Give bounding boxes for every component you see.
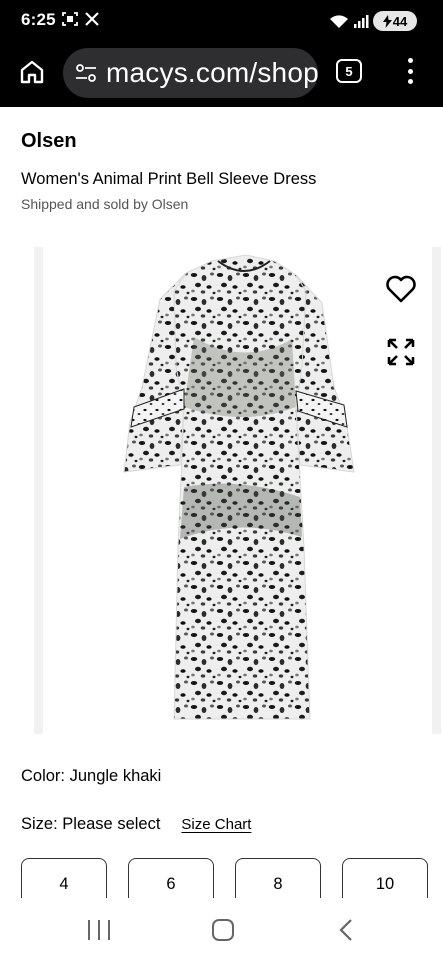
system-navigation-bar bbox=[0, 898, 443, 960]
seller-info: Shipped and sold by Olsen bbox=[21, 196, 189, 212]
wifi-icon bbox=[330, 15, 348, 28]
tab-count: 5 bbox=[345, 63, 353, 79]
x-logo-icon bbox=[85, 12, 99, 26]
battery-level: 44 bbox=[392, 13, 408, 29]
signal-icon bbox=[354, 15, 369, 28]
color-selection: Color: Jungle khaki bbox=[21, 767, 161, 786]
size-option-label: 8 bbox=[273, 875, 283, 893]
menu-dot bbox=[407, 68, 413, 74]
size-value: Please select bbox=[62, 815, 161, 833]
product-image-container[interactable] bbox=[34, 247, 441, 734]
size-option-label: 10 bbox=[375, 875, 395, 893]
menu-dot bbox=[407, 79, 413, 84]
address-bar[interactable]: macys.com/shop bbox=[63, 48, 318, 98]
back-nav-icon[interactable] bbox=[337, 918, 355, 942]
home-icon bbox=[20, 60, 44, 84]
site-settings-icon[interactable] bbox=[75, 62, 97, 84]
url-text[interactable]: macys.com/shop bbox=[106, 57, 318, 89]
size-selection: Size: Please select Size Chart bbox=[21, 815, 251, 834]
expand-image-icon[interactable] bbox=[386, 337, 416, 367]
size-option-4[interactable]: 4 bbox=[21, 858, 107, 898]
color-value: Jungle khaki bbox=[69, 767, 162, 785]
browser-home-button[interactable] bbox=[14, 54, 50, 90]
status-notification-icons bbox=[62, 11, 100, 27]
size-options: 4 6 8 10 bbox=[21, 858, 431, 898]
size-option-label: 6 bbox=[166, 875, 176, 893]
product-brand[interactable]: Olsen bbox=[21, 130, 77, 153]
recent-apps-icon bbox=[88, 920, 90, 940]
status-bar: 6:25 44 bbox=[0, 0, 443, 42]
screenshot-icon bbox=[62, 12, 78, 26]
status-system-icons: 44 bbox=[329, 11, 417, 31]
menu-dot bbox=[407, 58, 413, 63]
size-option-10[interactable]: 10 bbox=[342, 858, 428, 898]
product-title: Women's Animal Print Bell Sleeve Dress bbox=[21, 170, 317, 188]
recent-apps-button[interactable] bbox=[88, 920, 110, 940]
color-label: Color: bbox=[21, 767, 66, 785]
charging-bolt-icon bbox=[382, 14, 392, 28]
status-time: 6:25 bbox=[21, 10, 56, 29]
size-label: Size: bbox=[21, 815, 58, 833]
browser-menu-button[interactable] bbox=[398, 55, 422, 87]
browser-toolbar: macys.com/shop 5 bbox=[0, 42, 443, 107]
product-image[interactable] bbox=[34, 247, 441, 734]
battery-indicator: 44 bbox=[373, 11, 417, 31]
size-option-label: 4 bbox=[59, 875, 69, 893]
size-chart-link[interactable]: Size Chart bbox=[181, 816, 251, 833]
home-nav-button[interactable] bbox=[212, 919, 234, 941]
size-option-8[interactable]: 8 bbox=[235, 858, 321, 898]
recent-apps-icon bbox=[98, 920, 100, 940]
tab-switcher-button[interactable]: 5 bbox=[336, 59, 362, 83]
favorite-heart-icon[interactable] bbox=[385, 273, 417, 305]
size-option-6[interactable]: 6 bbox=[128, 858, 214, 898]
recent-apps-icon bbox=[108, 920, 110, 940]
